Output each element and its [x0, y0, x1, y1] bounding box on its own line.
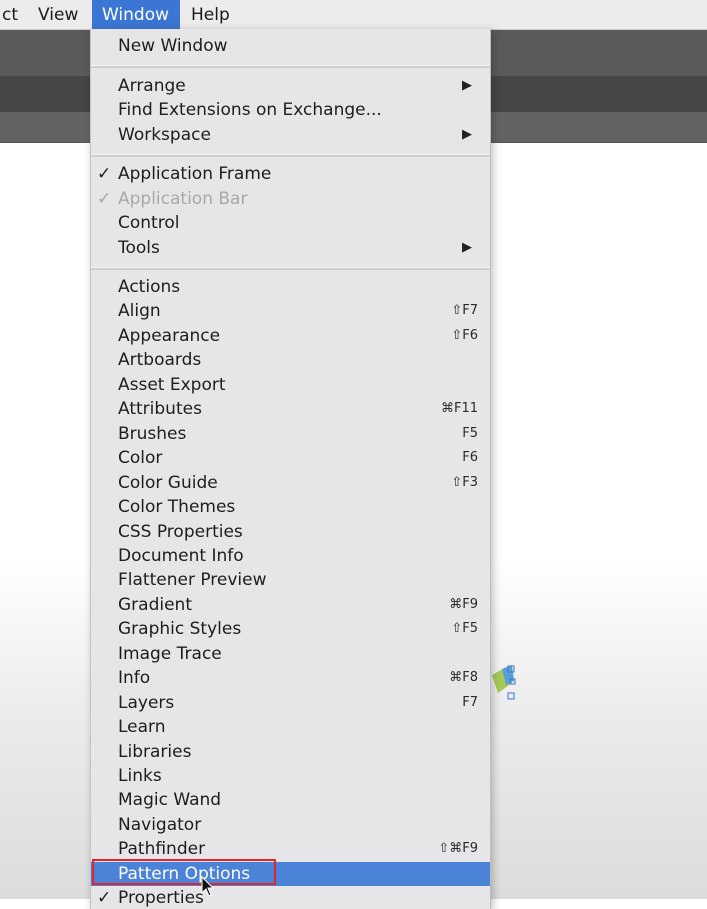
menu-item-color-guide[interactable]: Color Guide ⇧F3	[91, 471, 490, 495]
submenu-arrow-icon: ▶	[462, 240, 472, 255]
menu-item-label: Application Bar	[118, 189, 248, 209]
menu-item-label: Layers	[118, 692, 175, 713]
menu-item-pathfinder[interactable]: Pathfinder ⇧⌘F9	[91, 837, 490, 861]
menu-item-arrange[interactable]: Arrange ▶	[91, 74, 490, 98]
submenu-arrow-icon: ▶	[462, 78, 472, 93]
mouse-pointer-icon	[201, 876, 215, 897]
menu-item-attributes[interactable]: Attributes ⌘F11	[91, 397, 490, 421]
menu-item-label: Document Info	[118, 545, 244, 566]
checkmark-icon: ✓	[97, 888, 112, 909]
menu-item-appearance[interactable]: Appearance ⇧F6	[91, 324, 490, 348]
menu-item-label: Info	[118, 668, 151, 689]
menu-separator	[91, 154, 490, 157]
menu-item-css-properties[interactable]: CSS Properties	[91, 520, 490, 544]
keyboard-shortcut: ⇧F3	[451, 474, 478, 490]
keyboard-shortcut: ⇧⌘F9	[438, 841, 478, 857]
menubar-item-view[interactable]: View	[28, 0, 88, 29]
menu-item-label: Libraries	[118, 741, 192, 762]
keyboard-shortcut: ⌘F8	[449, 670, 478, 686]
menu-item-label: Color Themes	[118, 497, 236, 518]
menu-item-info[interactable]: Info ⌘F8	[91, 666, 490, 690]
menu-item-learn[interactable]: Learn	[91, 715, 490, 739]
menu-item-label: Asset Export	[118, 374, 226, 395]
menu-item-label: Magic Wand	[118, 790, 222, 811]
menu-item-actions[interactable]: Actions	[91, 275, 490, 299]
menu-item-label: Attributes	[118, 399, 202, 420]
menu-item-image-trace[interactable]: Image Trace	[91, 642, 490, 666]
menu-item-layers[interactable]: Layers F7	[91, 691, 490, 715]
selected-artwork[interactable]	[488, 663, 516, 701]
submenu-arrow-icon: ▶	[462, 127, 472, 142]
menu-item-label: Learn	[118, 717, 166, 738]
menu-item-workspace[interactable]: Workspace ▶	[91, 123, 490, 147]
menu-item-brushes[interactable]: Brushes F5	[91, 422, 490, 446]
menubar-item-window[interactable]: Window	[92, 0, 180, 29]
menu-item-label: Properties	[118, 888, 204, 909]
menu-item-label: Tools	[118, 238, 160, 258]
keyboard-shortcut: F5	[462, 425, 478, 441]
menu-item-libraries[interactable]: Libraries	[91, 740, 490, 764]
menu-item-label: Image Trace	[118, 643, 222, 664]
menu-item-asset-export[interactable]: Asset Export	[91, 373, 490, 397]
menu-item-navigator[interactable]: Navigator	[91, 813, 490, 837]
window-menu: New Window Arrange ▶ Find Extensions on …	[90, 29, 491, 909]
menu-item-label: Gradient	[118, 594, 192, 615]
menu-item-graphic-styles[interactable]: Graphic Styles ⇧F5	[91, 617, 490, 641]
menu-item-label: Brushes	[118, 423, 187, 444]
menu-item-label: Pathfinder	[118, 839, 206, 860]
menu-item-label: New Window	[118, 36, 228, 56]
menu-item-application-bar: ✓ Application Bar	[91, 187, 490, 211]
menu-item-label: Appearance	[118, 325, 221, 346]
menu-bar: ct View Window Help	[0, 0, 707, 30]
menu-item-links[interactable]: Links	[91, 764, 490, 788]
menubar-item-help[interactable]: Help	[181, 0, 240, 29]
menu-separator	[91, 267, 490, 270]
keyboard-shortcut: ⇧F6	[451, 327, 478, 343]
keyboard-shortcut: ⇧F5	[451, 621, 478, 637]
menu-item-label: Flattener Preview	[118, 570, 267, 591]
menu-item-gradient[interactable]: Gradient ⌘F9	[91, 593, 490, 617]
menu-item-application-frame[interactable]: ✓ Application Frame	[91, 162, 490, 186]
keyboard-shortcut: ⌘F9	[449, 596, 478, 612]
callout-highlight-box	[92, 859, 276, 885]
checkmark-icon: ✓	[97, 164, 112, 184]
menu-item-label: Arrange	[118, 76, 186, 96]
menu-item-label: Find Extensions on Exchange...	[118, 100, 382, 120]
menu-item-label: Navigator	[118, 814, 202, 835]
menu-item-label: CSS Properties	[118, 521, 243, 542]
keyboard-shortcut: ⇧F7	[451, 303, 478, 319]
menu-item-color-themes[interactable]: Color Themes	[91, 495, 490, 519]
menu-item-tools[interactable]: Tools ▶	[91, 236, 490, 260]
keyboard-shortcut: F7	[462, 694, 478, 710]
menu-item-new-window[interactable]: New Window	[91, 34, 490, 58]
menu-item-artboards[interactable]: Artboards	[91, 348, 490, 372]
menu-item-label: Color Guide	[118, 472, 218, 493]
menu-item-label: Control	[118, 213, 180, 233]
menu-item-label: Workspace	[118, 125, 211, 145]
menu-item-magic-wand[interactable]: Magic Wand	[91, 788, 490, 812]
menu-item-properties[interactable]: ✓ Properties	[91, 886, 490, 909]
menubar-item-object[interactable]: ct	[0, 0, 28, 29]
menu-item-label: Color	[118, 448, 163, 469]
menu-item-flattener-preview[interactable]: Flattener Preview	[91, 568, 490, 592]
menu-item-label: Links	[118, 766, 162, 786]
keyboard-shortcut: F6	[462, 450, 478, 466]
menu-item-align[interactable]: Align ⇧F7	[91, 299, 490, 323]
menu-item-control[interactable]: Control	[91, 211, 490, 235]
keyboard-shortcut: ⌘F11	[440, 401, 478, 417]
menu-item-label: Align	[118, 301, 161, 322]
checkmark-icon: ✓	[97, 189, 112, 209]
menu-item-label: Graphic Styles	[118, 619, 242, 640]
menu-item-color[interactable]: Color F6	[91, 446, 490, 470]
menu-item-label: Application Frame	[118, 164, 272, 184]
menu-item-label: Actions	[118, 277, 181, 297]
menu-item-document-info[interactable]: Document Info	[91, 544, 490, 568]
menu-item-find-extensions[interactable]: Find Extensions on Exchange...	[91, 98, 490, 122]
menu-separator	[91, 65, 490, 68]
menu-item-label: Artboards	[118, 350, 202, 371]
